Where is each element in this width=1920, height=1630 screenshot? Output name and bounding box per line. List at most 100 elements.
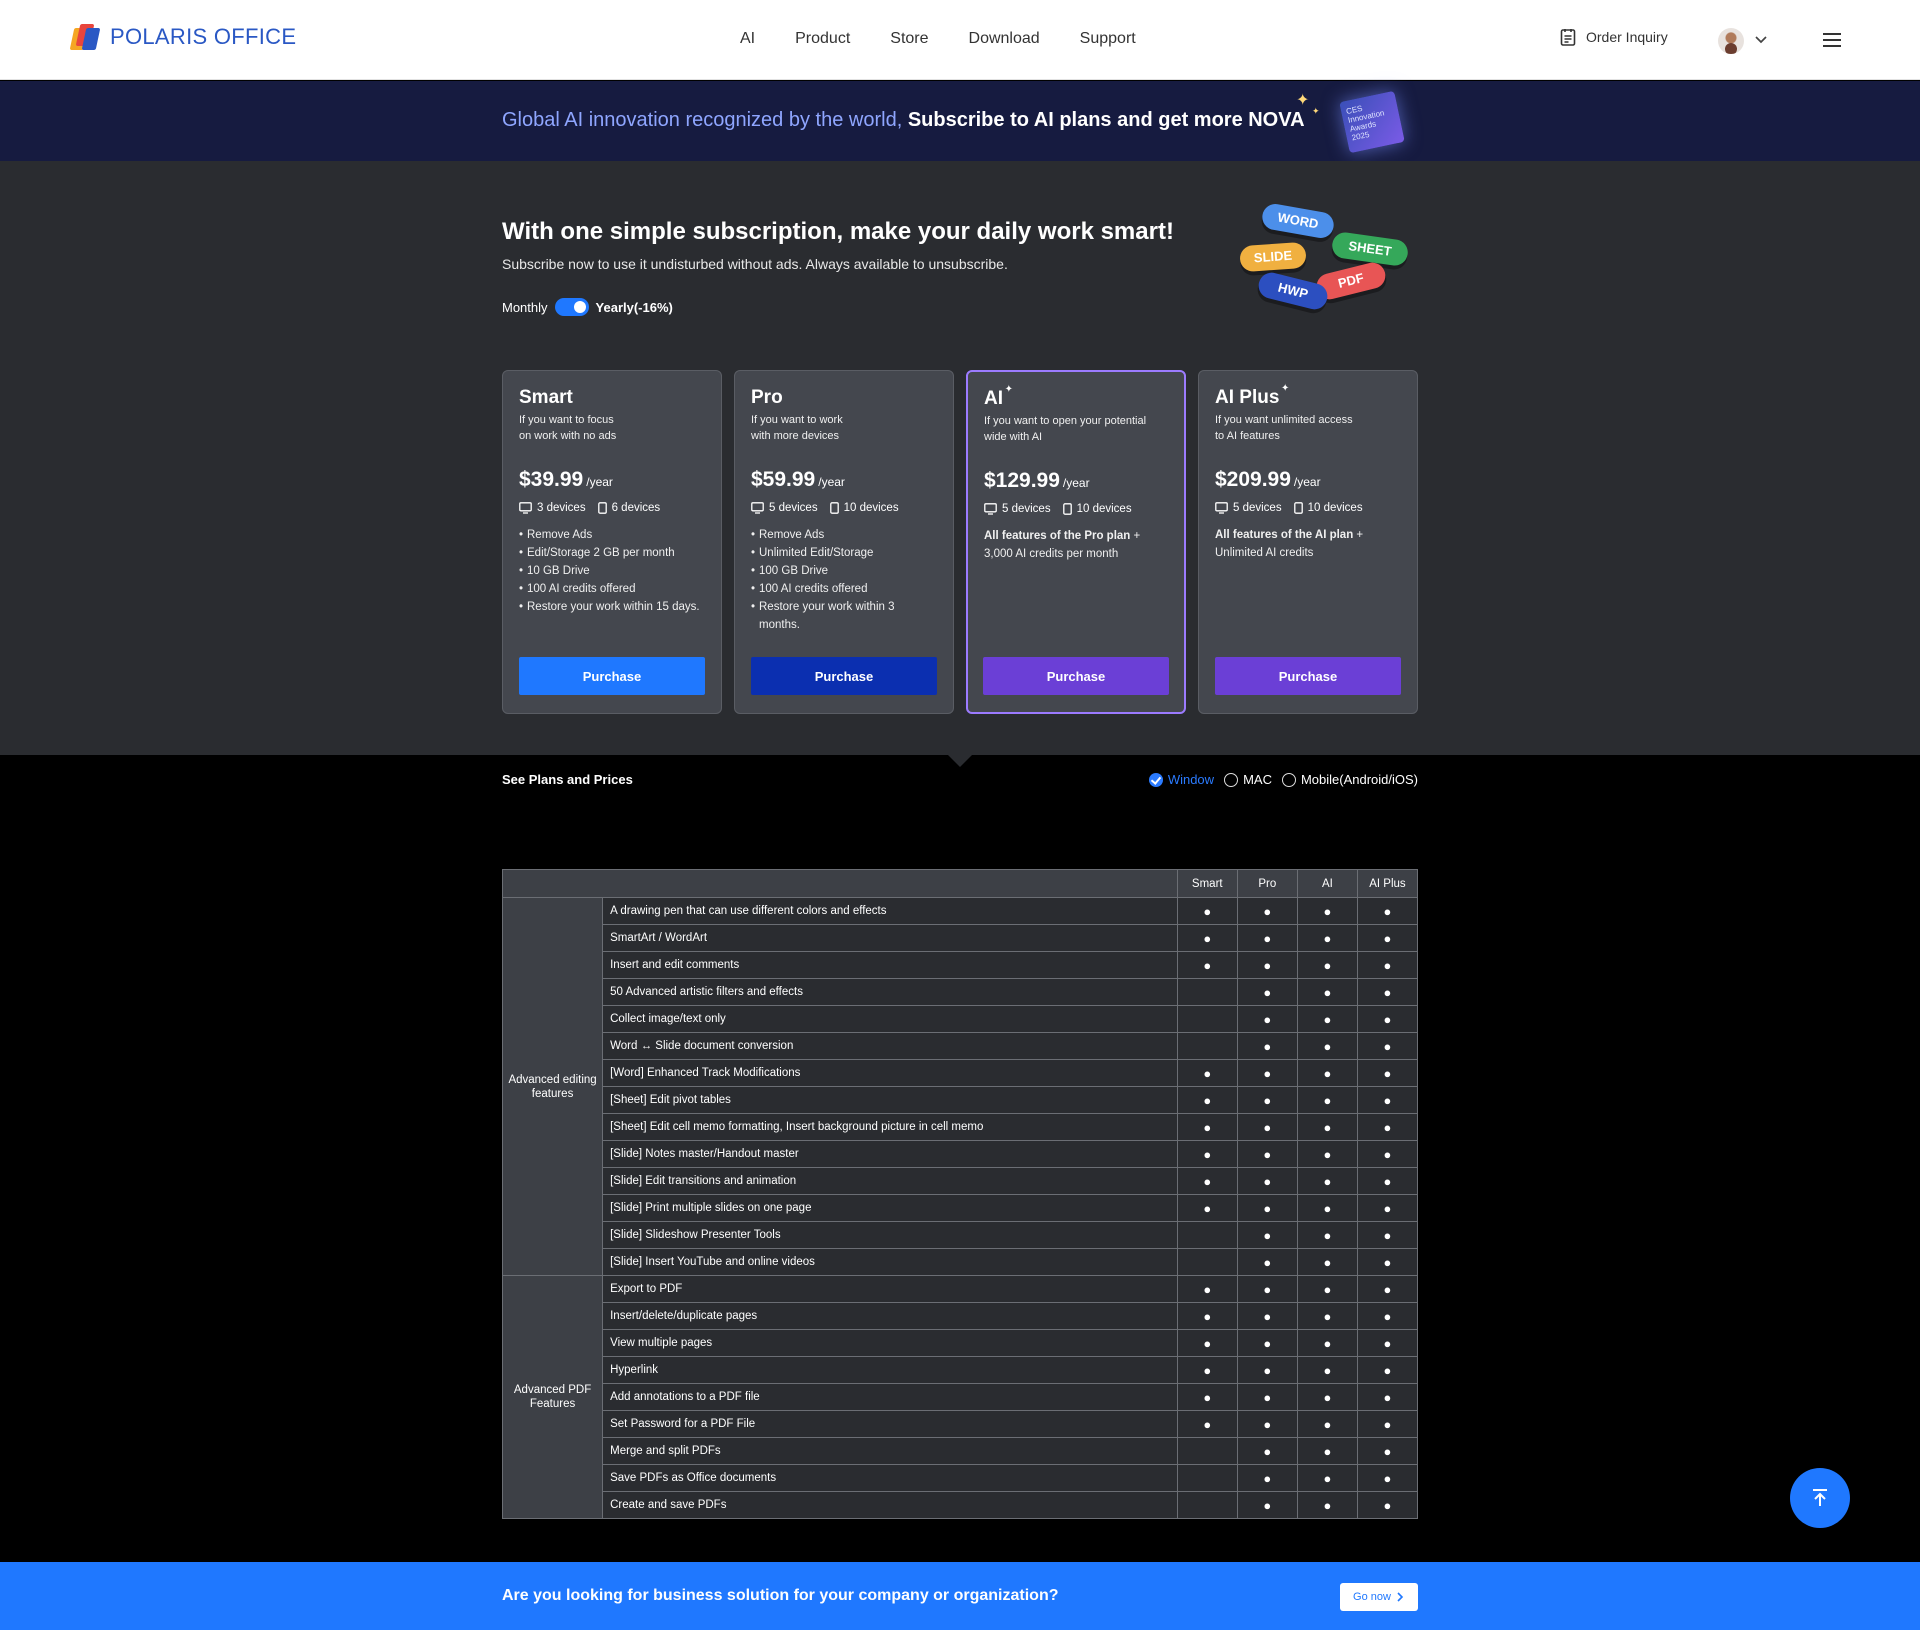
included-mark: ● (1236, 1221, 1298, 1249)
table-row: [Slide] Slideshow Presenter Tools ● ● ● (503, 1221, 1419, 1249)
included-mark: ● (1356, 1194, 1419, 1222)
go-now-button[interactable]: Go now (1340, 1583, 1418, 1611)
os-option-window[interactable]: Window (1148, 772, 1214, 787)
included-mark: ● (1296, 1383, 1358, 1411)
device-limits: 5 devices 10 devices (751, 502, 937, 514)
sparkle-icon: ✦ (1312, 106, 1320, 116)
included-mark: ● (1176, 1302, 1238, 1330)
nav-support[interactable]: Support (1080, 28, 1136, 50)
pill-slide: SLIDE (1239, 241, 1307, 273)
main-nav: AI Product Store Download Support (740, 28, 1176, 50)
nav-product[interactable]: Product (795, 28, 850, 50)
feature-cell: 50 Advanced artistic filters and effects (602, 978, 1178, 1006)
purchase-button-smart[interactable]: Purchase (519, 657, 705, 695)
included-mark: ● (1356, 897, 1419, 925)
phone-icon (597, 502, 607, 514)
plan-features: All features of the Pro plan + 3,000 AI … (984, 530, 1141, 560)
included-mark: ● (1296, 1329, 1358, 1357)
billing-toggle-row: Monthly Yearly(-16%) (502, 298, 673, 316)
yearly-label: Yearly(-16%) (595, 299, 673, 315)
feature-cell: [Slide] Edit transitions and animation (602, 1167, 1178, 1195)
plan-desc: If you want to focus on work with no ads (519, 414, 617, 442)
nav-store[interactable]: Store (890, 28, 928, 50)
table-row: Create and save PDFs ● ● ● (503, 1491, 1419, 1519)
feature-cell: [Sheet] Edit pivot tables (602, 1086, 1178, 1114)
chevron-right-icon (1397, 1592, 1404, 1602)
table-row: Collect image/text only ● ● ● (503, 1005, 1419, 1033)
column-header: AI (1296, 869, 1358, 898)
included-mark: ● (1236, 1302, 1298, 1330)
purchase-button-pro[interactable]: Purchase (751, 657, 937, 695)
feature-cell: [Word] Enhanced Track Modifications (602, 1059, 1178, 1087)
table-row: Advanced PDF Features Export to PDF ● ● ● ● (501, 1275, 1419, 1519)
banner-text: Global AI innovation recognized by the w… (502, 109, 1305, 132)
feature-item: 100 AI credits offered (751, 580, 937, 598)
included-mark: ● (1176, 1275, 1238, 1303)
included-mark: ● (1236, 897, 1298, 925)
billing-toggle[interactable] (554, 298, 589, 316)
nav-ai[interactable]: AI (740, 28, 755, 50)
included-mark: ● (1356, 1356, 1419, 1384)
included-mark: ● (1356, 1248, 1419, 1276)
pricing-title: With one simple subscription, make your … (502, 218, 1174, 245)
polaris-logo[interactable]: POLARIS OFFICE (69, 20, 296, 54)
plan-name: AI Plus ✦ (1215, 383, 1290, 408)
table-row: Word ↔ Slide document conversion ● ● ● (503, 1032, 1419, 1060)
category-cell: Advanced editing features (501, 897, 604, 1276)
order-inquiry-link[interactable]: Order Inquiry (1560, 28, 1668, 46)
monitor-icon (1215, 502, 1228, 514)
included-mark: ● (1296, 1356, 1358, 1384)
banner-bold-text: Subscribe to AI plans and get more NOVA (907, 109, 1305, 131)
table-row: SmartArt / WordArt ● ● ● ● (503, 924, 1419, 952)
table-row: Hyperlink ● ● ● ● (503, 1356, 1419, 1384)
table-row: 50 Advanced artistic filters and effects… (503, 978, 1419, 1006)
plan-price: $59.99/year (751, 468, 845, 491)
sparkle-icon: ✦ (1004, 384, 1013, 395)
plan-name: AI ✦ (984, 384, 1013, 409)
table-row: Set Password for a PDF File ● ● ● ● (503, 1410, 1419, 1438)
feature-cell: Insert and edit comments (602, 951, 1178, 979)
pricing-subtitle: Subscribe now to use it undisturbed with… (502, 256, 1008, 272)
plan-desc: If you want unlimited access to AI featu… (1215, 414, 1353, 442)
back-to-top-button[interactable] (1790, 1468, 1850, 1528)
feature-cell: SmartArt / WordArt (602, 924, 1178, 952)
included-mark: ● (1176, 1140, 1238, 1168)
included-mark: ● (1296, 1275, 1358, 1303)
avatar[interactable] (1718, 28, 1744, 54)
order-inquiry-label: Order Inquiry (1586, 29, 1668, 45)
table-row: [Slide] Print multiple slides on one pag… (503, 1194, 1419, 1222)
plan-card-ai-plus: AI Plus ✦ If you want unlimited access to… (1198, 370, 1418, 714)
included-mark: ● (1296, 1005, 1358, 1033)
plan-features: All features of the AI plan + Unlimited … (1215, 529, 1364, 559)
os-option-mac[interactable]: MAC (1224, 772, 1272, 787)
purchase-button-ai[interactable]: Purchase (983, 657, 1169, 695)
arrow-up-icon (1813, 1489, 1827, 1506)
feature-item: Edit/Storage 2 GB per month (519, 544, 705, 562)
table-row: Insert/delete/duplicate pages ● ● ● ● (503, 1302, 1419, 1330)
included-mark: ● (1176, 1356, 1238, 1384)
nav-download[interactable]: Download (969, 28, 1040, 50)
feature-cell: Collect image/text only (602, 1005, 1178, 1033)
included-mark: ● (1356, 1086, 1419, 1114)
included-mark: ● (1176, 1086, 1238, 1114)
purchase-button-ai-plus[interactable]: Purchase (1215, 657, 1401, 695)
feature-cell: Hyperlink (602, 1356, 1178, 1384)
feature-cell: Set Password for a PDF File (602, 1410, 1178, 1438)
plan-price: $39.99/year (519, 468, 613, 491)
radio-icon (1224, 772, 1239, 787)
chevron-down-icon[interactable] (1754, 28, 1768, 52)
included-mark: ● (1296, 1248, 1358, 1276)
feature-item: Remove Ads (519, 526, 705, 544)
included-mark: ● (1236, 1086, 1298, 1114)
os-option-mobile[interactable]: Mobile(Android/iOS) (1281, 772, 1418, 787)
included-mark: ● (1356, 951, 1419, 979)
app-pills-illustration: WORD SHEET SLIDE PDF HWP (1236, 200, 1416, 320)
feature-cell: Merge and split PDFs (602, 1437, 1178, 1465)
hamburger-menu-icon[interactable] (1822, 30, 1842, 50)
included-mark: ● (1236, 1356, 1298, 1384)
feature-item: 10 GB Drive (519, 562, 705, 580)
promo-banner[interactable]: Global AI innovation recognized by the w… (0, 81, 1920, 161)
included-mark: ● (1356, 1383, 1419, 1411)
included-mark: ● (1296, 1464, 1358, 1492)
included-mark: ● (1356, 924, 1419, 952)
